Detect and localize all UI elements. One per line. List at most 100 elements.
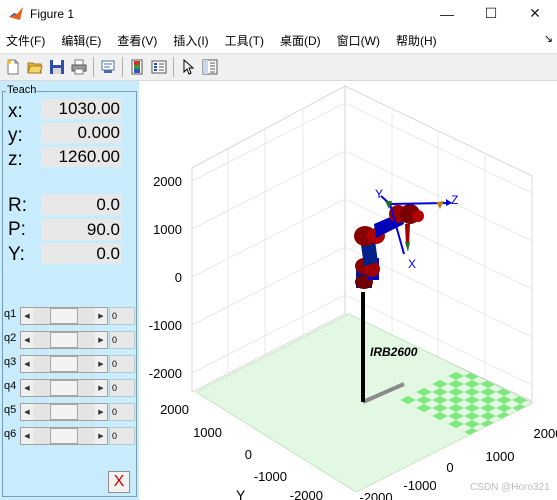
slider-left-arrow-icon[interactable]: ◀ [21, 380, 33, 396]
x-tick: 2000 [534, 426, 557, 441]
joint-value: 0 [109, 331, 135, 349]
x-tick: 0 [446, 460, 453, 475]
slider-left-arrow-icon[interactable]: ◀ [21, 356, 33, 372]
close-window-button[interactable]: ✕ [513, 0, 557, 27]
z-tick: -1000 [149, 318, 182, 333]
joint-label: q1 [4, 308, 17, 320]
x-tick: 1000 [486, 449, 515, 464]
y-tick: 0 [245, 447, 252, 462]
teach-panel: Teach x: 1030.00 y: 0.000 z: 1260.00 R: … [0, 81, 139, 500]
slider-left-arrow-icon[interactable]: ◀ [21, 404, 33, 420]
joint-label: q6 [4, 428, 17, 440]
joint-slider[interactable]: ◀ ▶ [20, 427, 108, 445]
slider-track[interactable] [33, 356, 95, 372]
menu-view[interactable]: 查看(V) [109, 32, 165, 49]
z-tick: 2000 [153, 174, 182, 189]
open-file-icon[interactable] [24, 56, 46, 78]
z-tick: 1000 [153, 222, 182, 237]
joint-value: 0 [109, 403, 135, 421]
property-editor-icon[interactable] [199, 56, 221, 78]
link-plot-icon[interactable] [97, 56, 119, 78]
save-icon[interactable] [46, 56, 68, 78]
slider-thumb[interactable] [50, 428, 78, 444]
maximize-button[interactable]: ☐ [469, 0, 513, 27]
x-tick: -1000 [403, 478, 436, 493]
joint-slider[interactable]: ◀ ▶ [20, 307, 108, 325]
y-tick: -2000 [290, 488, 323, 500]
pos-y-value: 0.000 [41, 123, 122, 143]
menu-desktop[interactable]: 桌面(D) [272, 32, 329, 49]
joint-slider[interactable]: ◀ ▶ [20, 379, 108, 397]
joint-value: 0 [109, 379, 135, 397]
tool-x-label: X [408, 257, 416, 271]
pos-z-label: z: [8, 149, 23, 170]
pos-z-value: 1260.00 [41, 147, 122, 167]
tool-z-label: Z [451, 193, 458, 207]
z-tick: -2000 [149, 366, 182, 381]
ori-p-value: 90.0 [41, 219, 122, 240]
close-teach-button[interactable]: X [108, 471, 130, 493]
ori-p-label: P: [8, 219, 26, 240]
figure-toolbar [0, 53, 557, 81]
y-axis-label: Y [236, 487, 246, 500]
toolbar-separator [173, 57, 174, 77]
menu-help[interactable]: 帮助(H) [388, 32, 445, 49]
menu-bar: 文件(F) 编辑(E) 查看(V) 插入(I) 工具(T) 桌面(D) 窗口(W… [0, 27, 557, 53]
menu-overflow-icon[interactable]: ↘ [544, 32, 553, 45]
x-tick: -2000 [359, 490, 392, 500]
joint-slider[interactable]: ◀ ▶ [20, 403, 108, 421]
slider-thumb[interactable] [50, 356, 78, 372]
joint-label: q3 [4, 356, 17, 368]
slider-track[interactable] [33, 428, 95, 444]
y-tick: -1000 [254, 469, 287, 484]
slider-thumb[interactable] [50, 308, 78, 324]
slider-left-arrow-icon[interactable]: ◀ [21, 332, 33, 348]
menu-tools[interactable]: 工具(T) [217, 32, 272, 49]
slider-thumb[interactable] [50, 404, 78, 420]
ori-r-label: R: [8, 195, 27, 216]
slider-track[interactable] [33, 404, 95, 420]
minimize-button[interactable]: — [425, 0, 469, 27]
watermark: CSDN @Horo321 [470, 482, 550, 493]
menu-edit[interactable]: 编辑(E) [53, 32, 109, 49]
y-tick: 2000 [160, 402, 189, 417]
window-title: Figure 1 [30, 6, 75, 21]
print-icon[interactable] [68, 56, 90, 78]
tool-y-label: Y [375, 187, 383, 201]
teach-title: Teach [6, 84, 38, 96]
pos-x-value: 1030.00 [41, 99, 122, 119]
slider-track[interactable] [33, 332, 95, 348]
slider-left-arrow-icon[interactable]: ◀ [21, 428, 33, 444]
pointer-icon[interactable] [177, 56, 199, 78]
menu-insert[interactable]: 插入(I) [165, 32, 216, 49]
slider-right-arrow-icon[interactable]: ▶ [95, 308, 107, 324]
toolbar-separator [122, 57, 123, 77]
menu-window[interactable]: 窗口(W) [329, 32, 388, 49]
robot-name-label: IRB2600 [370, 345, 418, 359]
joint-slider[interactable]: ◀ ▶ [20, 331, 108, 349]
slider-right-arrow-icon[interactable]: ▶ [95, 380, 107, 396]
joint-value: 0 [109, 307, 135, 325]
matlab-icon [9, 6, 23, 20]
slider-right-arrow-icon[interactable]: ▶ [95, 356, 107, 372]
slider-right-arrow-icon[interactable]: ▶ [95, 332, 107, 348]
slider-track[interactable] [33, 380, 95, 396]
joint-slider[interactable]: ◀ ▶ [20, 355, 108, 373]
new-figure-icon[interactable] [2, 56, 24, 78]
slider-track[interactable] [33, 308, 95, 324]
joint-label: q5 [4, 404, 17, 416]
slider-thumb[interactable] [50, 380, 78, 396]
menu-file[interactable]: 文件(F) [0, 32, 53, 49]
joint-label: q2 [4, 332, 17, 344]
colorbar-icon[interactable] [126, 56, 148, 78]
legend-icon[interactable] [148, 56, 170, 78]
toolbar-separator [93, 57, 94, 77]
z-tick-labels: 2000 1000 0 -1000 -2000 [149, 174, 182, 381]
y-tick: 1000 [193, 425, 222, 440]
pos-x-label: x: [8, 101, 23, 122]
slider-right-arrow-icon[interactable]: ▶ [95, 404, 107, 420]
slider-thumb[interactable] [50, 332, 78, 348]
slider-left-arrow-icon[interactable]: ◀ [21, 308, 33, 324]
slider-right-arrow-icon[interactable]: ▶ [95, 428, 107, 444]
ori-y-value: 0.0 [41, 243, 122, 264]
